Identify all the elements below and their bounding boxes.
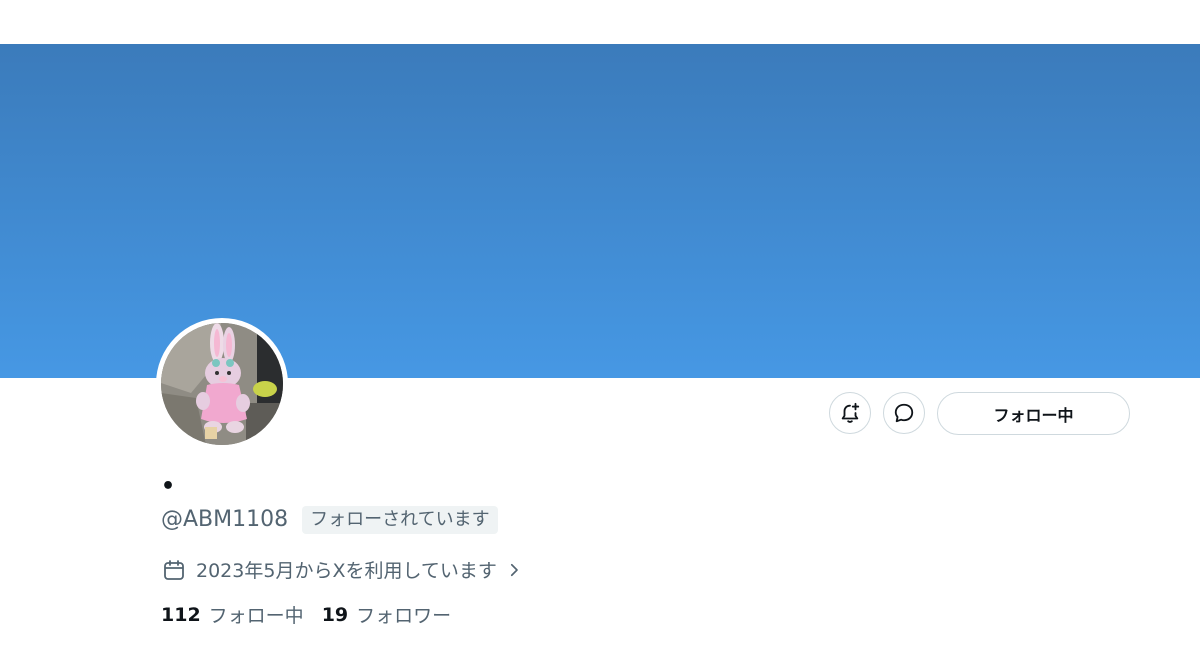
message-icon <box>894 403 914 423</box>
handle-row: @ABM1108 フォローされています <box>161 505 498 535</box>
avatar-image <box>161 323 283 445</box>
avatar[interactable] <box>156 318 288 450</box>
following-count: 112 <box>161 603 201 626</box>
following-stat[interactable]: 112 フォロー中 <box>161 601 304 628</box>
profile-page: フォロー中 • @ABM1108 フォローされています 2023年5月からXを利… <box>0 0 1200 657</box>
display-name: • <box>161 474 176 499</box>
joined-date-link[interactable]: 2023年5月からXを利用しています <box>162 556 523 583</box>
calendar-icon <box>162 558 186 582</box>
bell-plus-icon <box>841 402 860 423</box>
notify-button[interactable] <box>829 392 871 434</box>
follow-stats: 112 フォロー中 19 フォロワー <box>161 601 469 628</box>
message-button[interactable] <box>883 392 925 434</box>
following-button[interactable]: フォロー中 <box>937 392 1130 435</box>
followers-stat[interactable]: 19 フォロワー <box>322 601 451 628</box>
user-handle: @ABM1108 <box>161 507 289 532</box>
profile-banner[interactable] <box>0 44 1200 378</box>
following-label: フォロー中 <box>208 605 304 627</box>
followers-count: 19 <box>321 603 349 626</box>
joined-text: 2023年5月からXを利用しています <box>196 560 497 582</box>
follows-you-badge: フォローされています <box>302 506 498 534</box>
followers-label: フォロワー <box>356 605 452 627</box>
chevron-right-icon <box>505 561 523 579</box>
